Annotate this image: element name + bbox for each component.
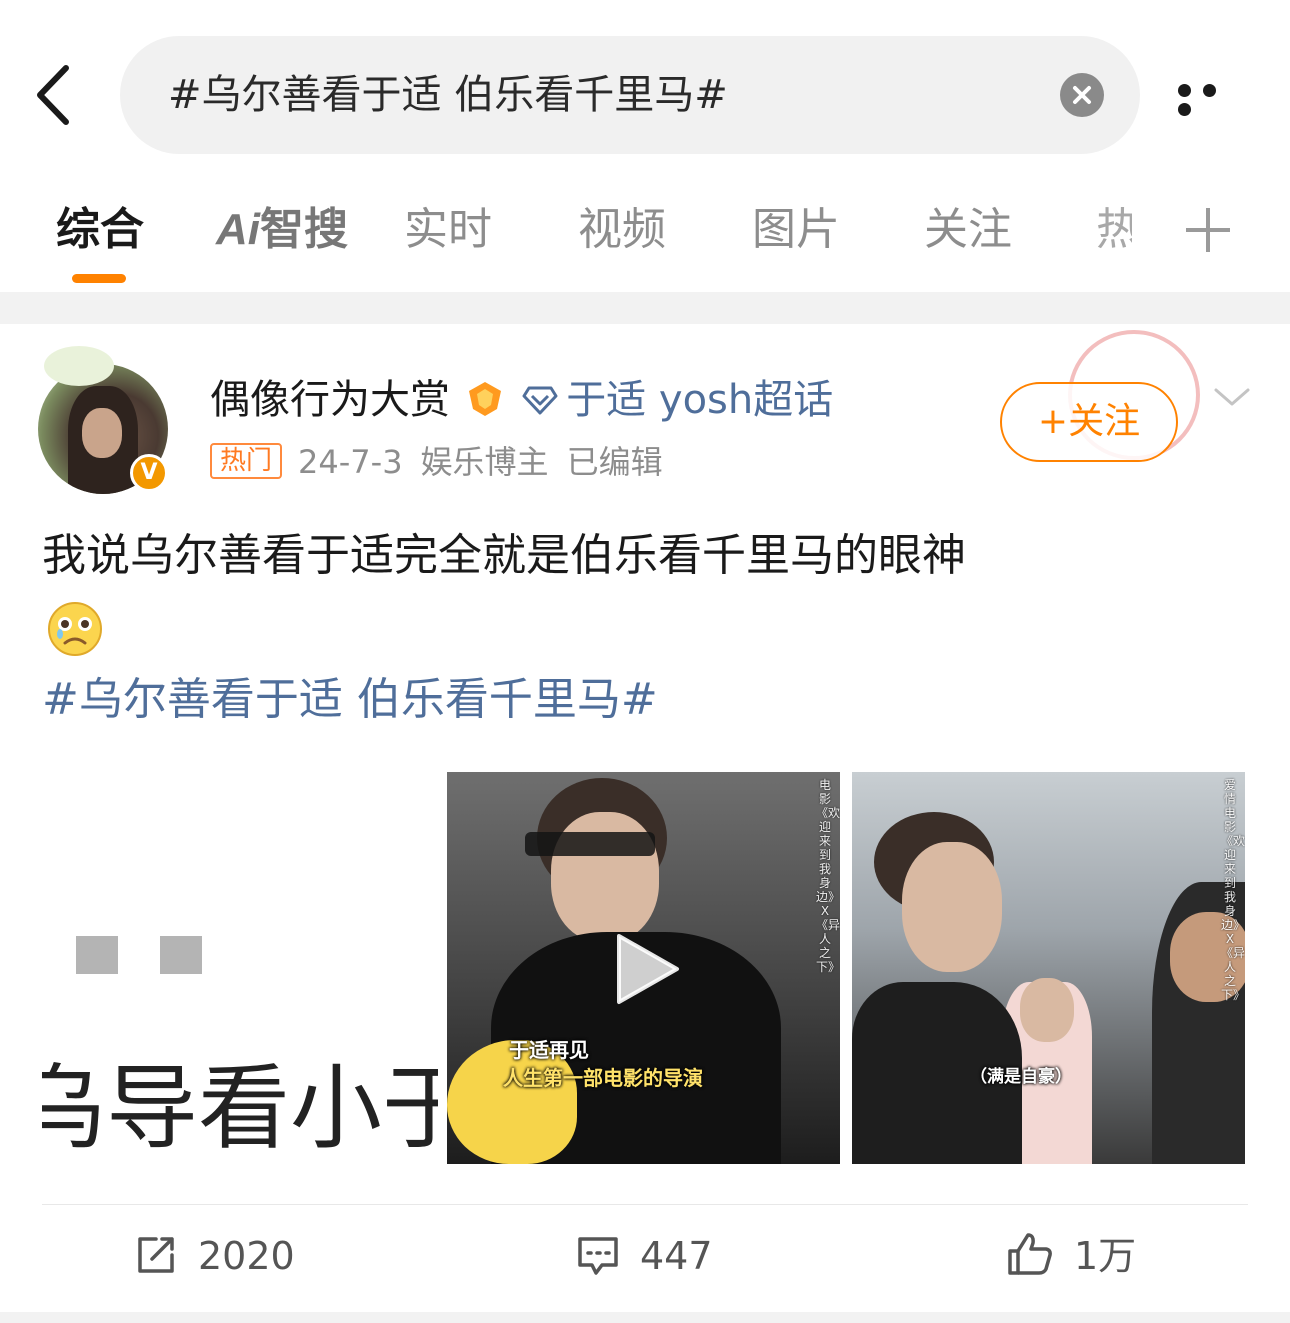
video-side-text: 电影《欢迎来到我身边》X《异人之下》	[816, 778, 840, 974]
author-name[interactable]: 偶像行为大赏	[210, 377, 450, 423]
active-tab-indicator	[72, 274, 126, 283]
image-1-caption: 乌导看小于	[42, 1055, 438, 1162]
section-separator	[0, 292, 1290, 324]
hot-badge: 热门	[210, 443, 283, 479]
play-icon[interactable]	[615, 932, 681, 1006]
post-text: 我说乌尔善看于适完全就是伯乐看千里马的眼神	[42, 530, 966, 581]
repost-count: 2020	[198, 1234, 295, 1278]
search-tabs: 综合 Ai智搜 实时 视频 图片 关注 热	[0, 180, 1290, 290]
like-count: 1万	[1074, 1234, 1137, 1278]
post-actions: 2020 447 1万	[0, 1206, 1290, 1306]
clear-icon	[1073, 86, 1091, 104]
more-button[interactable]	[1178, 82, 1250, 116]
post-card[interactable]: V 偶像行为大赏 于适 yosh超话 热门 24-7-3 娱乐博主 已编辑 +关注 我…	[0, 324, 1290, 1314]
meta-row: 热门 24-7-3 娱乐博主 已编辑	[210, 440, 663, 484]
tab-hot-clipped[interactable]: 热	[1096, 180, 1132, 280]
actions-divider	[42, 1204, 1248, 1205]
search-input[interactable]: #乌尔善看于适 伯乐看千里马#	[120, 36, 1140, 154]
glasses	[525, 832, 655, 856]
tab-ai-rest: 智搜	[260, 204, 348, 255]
image-3-caption: （满是自豪）	[970, 1067, 1072, 1087]
back-chevron-icon	[37, 65, 69, 125]
post-image-3[interactable]: （满是自豪） 爱情电影《欢迎来到我身边》X《异人之下》	[852, 772, 1245, 1164]
follow-button[interactable]: +关注	[1000, 382, 1178, 462]
background-woman-face	[1020, 978, 1074, 1042]
image-3-side-text: 爱情电影《欢迎来到我身边》X《异人之下》	[1221, 778, 1245, 1002]
tab-comprehensive[interactable]: 综合	[56, 180, 144, 280]
blurred-block	[160, 936, 202, 974]
bottom-separator	[0, 1312, 1290, 1323]
edited-label: 已编辑	[566, 443, 663, 481]
verified-badge-icon: V	[130, 454, 168, 492]
medal-icon	[469, 382, 502, 416]
tab-images[interactable]: 图片	[752, 180, 840, 280]
like-icon	[1008, 1233, 1052, 1275]
topic-hashtag-link[interactable]: #乌尔善看于适 伯乐看千里马#	[42, 668, 658, 732]
tab-ai-search[interactable]: Ai智搜	[216, 180, 348, 280]
plus-icon[interactable]	[1186, 208, 1230, 252]
tab-ai-prefix: Ai	[216, 205, 260, 254]
tab-hot: 热	[1096, 204, 1132, 255]
blurred-block	[76, 936, 118, 974]
avatar-frame-decoration	[44, 346, 114, 386]
avatar[interactable]: V	[38, 346, 168, 496]
more-icon-dot	[1178, 103, 1191, 116]
back-button[interactable]	[30, 60, 80, 130]
tab-realtime[interactable]: 实时	[404, 180, 492, 280]
diamond-icon	[522, 386, 558, 415]
chevron-down-icon[interactable]	[1212, 382, 1252, 412]
comment-icon	[578, 1237, 618, 1275]
clear-search-button[interactable]	[1060, 73, 1104, 117]
post-date: 24-7-3	[298, 443, 403, 481]
teary-face-emoji-icon	[48, 602, 102, 656]
author-row: 偶像行为大赏 于适 yosh超话	[210, 372, 833, 428]
person-face	[902, 842, 1002, 972]
repost-button[interactable]: 2020	[134, 1206, 295, 1306]
comment-count: 447	[640, 1234, 713, 1278]
top-bar: #乌尔善看于适 伯乐看千里马#	[0, 0, 1290, 170]
post-video-2[interactable]: 于适再见 人生第一部电影的导演 电影《欢迎来到我身边》X《异人之下》	[447, 772, 840, 1164]
tab-following[interactable]: 关注	[924, 180, 1012, 280]
comment-button[interactable]: 447	[576, 1206, 713, 1306]
supertopic-link[interactable]: 于适 yosh超话	[522, 372, 833, 428]
more-icon	[1178, 84, 1191, 97]
search-query: #乌尔善看于适 伯乐看千里马#	[168, 72, 728, 118]
supertopic-label: 于适 yosh超话	[566, 377, 834, 423]
video-caption-line2: 人生第一部电影的导演	[503, 1066, 703, 1090]
repost-icon	[138, 1237, 174, 1273]
tab-video[interactable]: 视频	[578, 180, 666, 280]
video-caption-line1: 于适再见	[509, 1038, 589, 1062]
more-icon-dot	[1203, 84, 1216, 97]
like-button[interactable]: 1万	[1006, 1206, 1136, 1306]
post-image-1[interactable]: 乌导看小于	[42, 772, 438, 1164]
author-type: 娱乐博主	[420, 443, 549, 481]
